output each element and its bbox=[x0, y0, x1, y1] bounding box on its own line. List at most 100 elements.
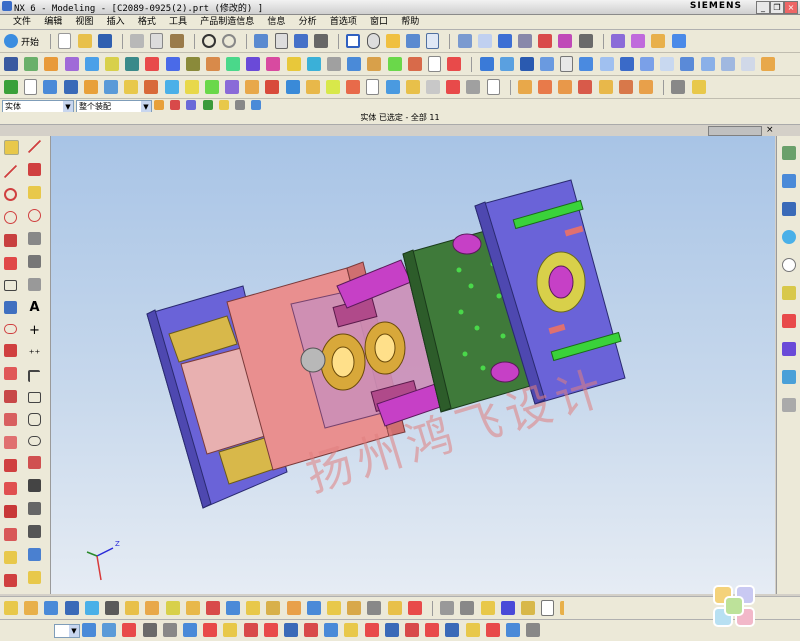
assembly-navigator-icon[interactable] bbox=[4, 80, 18, 94]
snap-intersection-icon[interactable] bbox=[234, 100, 245, 110]
swept-curve-icon[interactable] bbox=[28, 479, 41, 492]
quilt-icon[interactable] bbox=[526, 623, 541, 637]
sketch-icon[interactable] bbox=[611, 34, 626, 48]
parts-list-icon[interactable] bbox=[327, 601, 341, 615]
dimension-icon[interactable] bbox=[44, 601, 59, 615]
ellipse-outline-icon[interactable] bbox=[28, 436, 41, 446]
display-sheet-icon[interactable] bbox=[480, 601, 495, 615]
helix-icon[interactable] bbox=[4, 367, 17, 380]
extract-curve-icon[interactable] bbox=[4, 482, 17, 495]
point-set-icon[interactable] bbox=[28, 186, 41, 199]
menu-pmi[interactable]: 产品制造信息 bbox=[195, 15, 259, 29]
replace-component-icon[interactable] bbox=[103, 80, 118, 94]
part-navigator-tab-icon[interactable] bbox=[782, 202, 796, 216]
repeat-command-icon[interactable] bbox=[254, 34, 269, 48]
wireframe-icon[interactable] bbox=[477, 34, 492, 48]
internet-explorer-tab-icon[interactable] bbox=[782, 230, 796, 244]
shell-icon[interactable] bbox=[680, 57, 695, 71]
process-studio-tab-icon[interactable] bbox=[782, 314, 796, 328]
wave-link-icon[interactable] bbox=[124, 80, 139, 94]
offset-face-icon[interactable] bbox=[720, 57, 735, 71]
box-feature-icon[interactable] bbox=[517, 80, 532, 94]
solid-shading-icon[interactable] bbox=[457, 34, 472, 48]
menu-preferences[interactable]: 首选项 bbox=[325, 15, 362, 29]
deformable-icon[interactable] bbox=[425, 80, 440, 94]
rotate-view-icon[interactable] bbox=[366, 33, 380, 49]
cone-feature-icon[interactable] bbox=[558, 80, 573, 94]
trim-sheet-icon[interactable] bbox=[243, 623, 258, 637]
mold-tools-icon[interactable] bbox=[145, 57, 160, 71]
polygon-icon[interactable] bbox=[4, 301, 17, 314]
fit-view-icon[interactable] bbox=[346, 34, 361, 48]
explode-view-icon[interactable] bbox=[164, 80, 179, 94]
interference-icon[interactable] bbox=[486, 79, 500, 95]
divide-curve-icon[interactable] bbox=[4, 574, 17, 587]
menu-tools[interactable]: 工具 bbox=[164, 15, 192, 29]
swept-surface-icon[interactable] bbox=[122, 623, 137, 637]
assembly-cut-icon[interactable] bbox=[446, 80, 461, 94]
tangent-arc-icon[interactable] bbox=[28, 209, 41, 222]
detail-view-icon[interactable] bbox=[145, 601, 160, 615]
snap-midpoint-icon[interactable] bbox=[186, 100, 197, 110]
rib-icon[interactable] bbox=[505, 623, 520, 637]
join-curve-icon[interactable] bbox=[4, 528, 17, 541]
resource-bar-grip[interactable] bbox=[708, 126, 762, 136]
menu-window[interactable]: 窗口 bbox=[365, 15, 393, 29]
render-style-icon[interactable] bbox=[314, 34, 329, 48]
sequence-icon[interactable] bbox=[204, 80, 219, 94]
line-arc-icon[interactable] bbox=[28, 140, 41, 153]
offset-surface-icon[interactable] bbox=[203, 623, 218, 637]
trim-curve-icon[interactable] bbox=[4, 551, 17, 564]
intersect-icon[interactable] bbox=[619, 57, 634, 71]
fillet-icon[interactable] bbox=[28, 456, 41, 469]
table-icon[interactable] bbox=[306, 601, 321, 615]
orient-view-icon[interactable] bbox=[426, 33, 440, 49]
id-symbol-icon[interactable] bbox=[407, 601, 422, 615]
promote-body-icon[interactable] bbox=[385, 80, 400, 94]
surface-finish-icon[interactable] bbox=[266, 601, 281, 615]
component-array-icon[interactable] bbox=[43, 80, 58, 94]
mirror-curve-icon[interactable] bbox=[28, 548, 41, 561]
selection-icon[interactable] bbox=[293, 34, 308, 48]
point-icon[interactable] bbox=[4, 140, 19, 155]
offset-curve-icon[interactable] bbox=[4, 390, 17, 403]
measure-icon[interactable] bbox=[671, 34, 686, 48]
face-blend-icon[interactable] bbox=[304, 623, 319, 637]
show-component-icon[interactable] bbox=[346, 80, 361, 94]
corner-icon[interactable] bbox=[28, 370, 40, 382]
spline-icon[interactable] bbox=[4, 344, 17, 357]
work-part-icon[interactable] bbox=[265, 80, 280, 94]
parting-icon[interactable] bbox=[165, 57, 180, 71]
bom-icon[interactable] bbox=[427, 56, 441, 72]
slider-lifter-icon[interactable] bbox=[266, 57, 281, 71]
ejector-pin-icon[interactable] bbox=[226, 57, 241, 71]
snap-point-icon[interactable] bbox=[154, 100, 164, 110]
block-feature-icon[interactable] bbox=[598, 80, 613, 94]
revolve-icon[interactable] bbox=[499, 57, 514, 71]
close-icon[interactable]: × bbox=[766, 125, 774, 135]
hatch-icon[interactable] bbox=[347, 601, 362, 615]
hole-icon[interactable] bbox=[519, 57, 534, 71]
layer-settings-icon[interactable] bbox=[558, 34, 573, 48]
layout-icon[interactable] bbox=[104, 57, 119, 71]
graphics-window[interactable]: Z bbox=[51, 136, 775, 594]
minimize-button[interactable]: _ bbox=[756, 1, 770, 14]
project-curve-icon[interactable] bbox=[4, 413, 17, 426]
family-mold-icon[interactable] bbox=[125, 57, 140, 71]
menu-insert[interactable]: 插入 bbox=[102, 15, 130, 29]
section-line-icon[interactable] bbox=[125, 601, 140, 615]
cut-icon[interactable] bbox=[130, 34, 145, 48]
draft-icon[interactable] bbox=[700, 57, 715, 71]
fillet-curve-icon[interactable] bbox=[4, 234, 17, 247]
add-component-icon[interactable] bbox=[24, 79, 38, 95]
start-button-label[interactable]: 开始 bbox=[21, 38, 39, 48]
trim-body-icon[interactable] bbox=[740, 57, 755, 71]
enlarge-icon[interactable] bbox=[425, 623, 440, 637]
component-property-icon[interactable] bbox=[245, 80, 260, 94]
i-form-icon[interactable] bbox=[405, 623, 419, 637]
restore-button[interactable]: ❐ bbox=[770, 1, 784, 14]
centerline-icon[interactable] bbox=[226, 601, 241, 615]
sphere-feature-icon[interactable] bbox=[578, 80, 593, 94]
cgm-icon[interactable] bbox=[560, 601, 564, 615]
points-grid-icon[interactable]: ⁺⁺ bbox=[28, 347, 41, 360]
